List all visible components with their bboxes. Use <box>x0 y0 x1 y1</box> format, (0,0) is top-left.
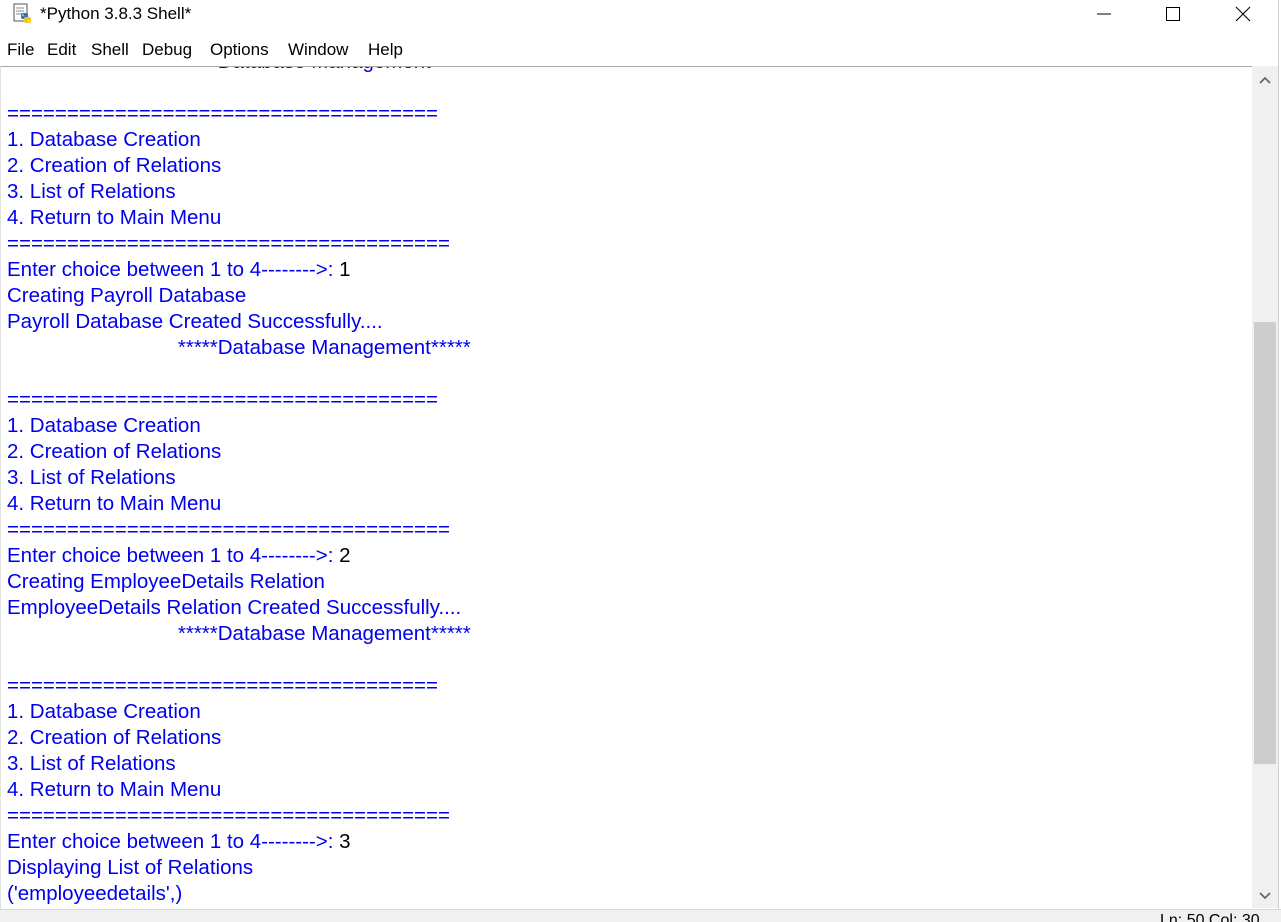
shell-line: 3. List of Relations <box>7 751 176 777</box>
shell-output-text: 1. Database Creation <box>7 700 201 723</box>
shell-output-text: 4. Return to Main Menu <box>7 492 222 515</box>
shell-line: ==================================== <box>7 101 438 127</box>
shell-output-text: 1. Database Creation <box>7 414 201 437</box>
shell-line: Payroll Database Created Successfully...… <box>7 309 383 335</box>
shell-line: Enter choice between 1 to 4-------->: 3 <box>7 829 351 855</box>
shell-user-input: 2 <box>339 544 351 567</box>
shell-line: 2. Creation of Relations <box>7 725 221 751</box>
shell-line: Enter choice between 1 to 4-------->: 2 <box>7 543 351 569</box>
shell-line: 3. List of Relations <box>7 465 176 491</box>
shell-output-text: 3. List of Relations <box>7 466 176 489</box>
maximize-icon <box>1166 7 1180 21</box>
scroll-up-button[interactable] <box>1252 68 1278 92</box>
shell-line: ==================================== <box>7 673 438 699</box>
chevron-down-icon <box>1259 892 1271 900</box>
shell-output-text: 2. Creation of Relations <box>7 440 222 463</box>
shell-output-text: *****Database Management***** <box>7 67 471 73</box>
shell-user-input: 1 <box>339 258 351 281</box>
shell-output-text: ===================================== <box>7 804 450 827</box>
shell-line: 4. Return to Main Menu <box>7 491 221 517</box>
shell-output-text: 3. List of Relations <box>7 180 176 203</box>
close-button[interactable] <box>1208 0 1278 28</box>
shell-output-text: ==================================== <box>7 102 438 125</box>
shell-output-text: *****Database Management***** <box>7 336 471 359</box>
shell-output-text: ==================================== <box>7 388 438 411</box>
maximize-button[interactable] <box>1138 0 1208 28</box>
shell-output-text: 4. Return to Main Menu <box>7 206 222 229</box>
shell-line: 2. Creation of Relations <box>7 153 221 179</box>
shell-line: 1. Database Creation <box>7 127 201 153</box>
shell-line: 1. Database Creation <box>7 413 201 439</box>
shell-output-text: 3. List of Relations <box>7 752 176 775</box>
shell-output-text: ===================================== <box>7 518 450 541</box>
shell-line: ('employeedetails',) <box>7 881 182 907</box>
shell-line: EmployeeDetails Relation Created Success… <box>7 595 461 621</box>
shell-line: 2. Creation of Relations <box>7 439 221 465</box>
shell-user-input: 3 <box>339 830 351 853</box>
menu-debug[interactable]: Debug <box>142 40 192 60</box>
shell-output-text: 4. Return to Main Menu <box>7 778 222 801</box>
shell-line: ===================================== <box>7 517 450 543</box>
shell-line: *****Database Management***** <box>7 67 471 75</box>
shell-line: 4. Return to Main Menu <box>7 777 221 803</box>
shell-output-text: 2. Creation of Relations <box>7 726 222 749</box>
shell-output-text: ('employeedetails',) <box>7 882 183 905</box>
shell-output-text: 2. Creation of Relations <box>7 154 222 177</box>
title-bar[interactable]: *Python 3.8.3 Shell* <box>0 0 1281 30</box>
menu-shell[interactable]: Shell <box>91 40 129 60</box>
shell-line: Creating Payroll Database <box>7 283 246 309</box>
status-bar: Ln: 50 Col: 30 <box>0 909 1281 922</box>
menu-edit[interactable]: Edit <box>47 40 76 60</box>
minimize-button[interactable] <box>1069 0 1139 28</box>
shell-line: Displaying List of Relations <box>7 855 253 881</box>
window-title: *Python 3.8.3 Shell* <box>40 4 192 23</box>
menu-options[interactable]: Options <box>210 40 269 60</box>
close-icon <box>1235 6 1251 22</box>
scroll-down-button[interactable] <box>1252 884 1278 908</box>
shell-output-text: 1. Database Creation <box>7 128 201 151</box>
shell-line: Enter choice between 1 to 4-------->: 1 <box>7 257 351 283</box>
shell-line: *****Database Management***** <box>7 621 471 647</box>
menu-bar: File Edit Shell Debug Options Window Hel… <box>0 36 1281 64</box>
shell-output-text: Displaying List of Relations <box>7 856 254 879</box>
shell-line: ===================================== <box>7 803 450 829</box>
shell-output-text: Enter choice between 1 to 4-------->: <box>7 830 340 853</box>
vertical-scrollbar[interactable] <box>1252 66 1278 908</box>
shell-output-text: ==================================== <box>7 674 438 697</box>
shell-line: *****Database Management***** <box>7 335 471 361</box>
shell-output-text: Creating EmployeeDetails Relation <box>7 570 325 593</box>
scrollbar-thumb[interactable] <box>1254 322 1276 764</box>
shell-line: 1. Database Creation <box>7 699 201 725</box>
chevron-up-icon <box>1259 76 1271 84</box>
shell-line: Creating EmployeeDetails Relation <box>7 569 325 595</box>
shell-line: 3. List of Relations <box>7 179 176 205</box>
shell-output-text: Enter choice between 1 to 4-------->: <box>7 258 340 281</box>
shell-output-text: Payroll Database Created Successfully...… <box>7 310 383 333</box>
shell-output-text: ===================================== <box>7 232 450 255</box>
python-idle-icon <box>13 3 31 23</box>
shell-output-text: Enter choice between 1 to 4-------->: <box>7 544 340 567</box>
shell-line: ===================================== <box>7 231 450 257</box>
shell-output-text: EmployeeDetails Relation Created Success… <box>7 596 462 619</box>
shell-line: 4. Return to Main Menu <box>7 205 221 231</box>
idle-shell-window: *Python 3.8.3 Shell* File Edit Shell Deb… <box>0 0 1281 922</box>
shell-output-text: Creating Payroll Database <box>7 284 247 307</box>
shell-output-text: *****Database Management***** <box>7 622 471 645</box>
menu-help[interactable]: Help <box>368 40 403 60</box>
minimize-icon <box>1097 13 1111 15</box>
cursor-position: Ln: 50 Col: 30 <box>1160 912 1260 922</box>
menu-window[interactable]: Window <box>288 40 348 60</box>
menu-file[interactable]: File <box>7 40 34 60</box>
shell-text-area[interactable]: *****Database Management***** ===========… <box>0 66 1253 909</box>
shell-line: ==================================== <box>7 387 438 413</box>
